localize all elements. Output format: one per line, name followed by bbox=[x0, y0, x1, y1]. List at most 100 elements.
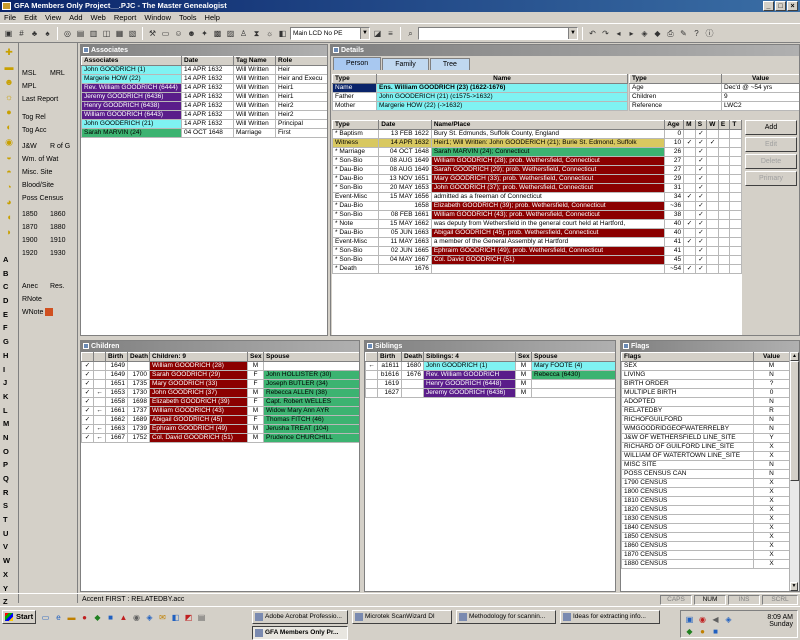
letter-b[interactable]: B bbox=[3, 267, 17, 281]
scroll-down-icon[interactable]: ▼ bbox=[790, 582, 798, 591]
link-1860[interactable]: 1860 bbox=[50, 211, 66, 218]
letter-r[interactable]: R bbox=[3, 486, 17, 500]
flag-icon[interactable]: ▬ bbox=[3, 61, 15, 73]
letter-o[interactable]: O bbox=[3, 445, 17, 459]
delete-button[interactable]: Delete bbox=[745, 154, 797, 169]
letter-u[interactable]: U bbox=[3, 527, 17, 541]
repository-icon[interactable]: ▥ bbox=[88, 28, 99, 39]
letter-q[interactable]: Q bbox=[3, 472, 17, 486]
letter-m[interactable]: M bbox=[3, 417, 17, 431]
history-icon[interactable]: ◈ bbox=[639, 28, 650, 39]
letter-k[interactable]: K bbox=[3, 390, 17, 404]
task-gfa[interactable]: GFA Members Only Pr... bbox=[252, 626, 348, 640]
col-s[interactable]: S bbox=[694, 120, 708, 130]
col-name-place[interactable]: Name/Place bbox=[430, 120, 666, 130]
tag-icon[interactable]: ◐ bbox=[3, 121, 15, 133]
col-spouse[interactable]: Spouse bbox=[263, 352, 359, 362]
event-row[interactable]: Event-Misc 11 MAY 1663 a member of the Gen… bbox=[331, 237, 742, 247]
focus-icon[interactable]: ▣ bbox=[3, 28, 14, 39]
app-icon[interactable]: ◧ bbox=[170, 612, 181, 623]
child-row[interactable]: ✓ 1649 1700 Sarah GOODRICH (29) F John HOLLIS… bbox=[81, 370, 359, 380]
name-row[interactable]: Mother Margerie HOW (22) (->1632) bbox=[332, 101, 628, 111]
col-m[interactable]: M bbox=[683, 120, 696, 130]
letter-t[interactable]: T bbox=[3, 513, 17, 527]
link-mrl[interactable]: MRL bbox=[50, 70, 65, 77]
link-blood-site[interactable]: Blood/Site bbox=[22, 182, 54, 189]
flag-row[interactable]: MULTIPLE BIRTH 0 bbox=[621, 388, 790, 398]
flag-row[interactable]: LIVING N bbox=[621, 370, 790, 380]
edit-button[interactable]: Edit bbox=[745, 137, 797, 152]
col-birth[interactable]: Birth bbox=[377, 352, 402, 362]
start-button[interactable]: Start bbox=[2, 610, 36, 624]
source-icon[interactable]: ▤ bbox=[75, 28, 86, 39]
child-row[interactable]: ✓ 1649 William GOODRICH (28) M bbox=[81, 361, 359, 371]
redo-icon[interactable]: ↷ bbox=[600, 28, 611, 39]
tab-tree[interactable]: Tree bbox=[429, 58, 470, 70]
flag-row[interactable]: 1870 CENSUS X bbox=[621, 550, 790, 560]
link-wnote[interactable]: WNote bbox=[22, 309, 43, 316]
flag-row[interactable]: 1830 CENSUS X bbox=[621, 514, 790, 524]
task-methodology[interactable]: Methodology for scannin... bbox=[456, 610, 556, 624]
menu-web[interactable]: Web bbox=[91, 12, 106, 23]
tab-family[interactable]: Family bbox=[382, 58, 429, 70]
link-jw[interactable]: J&W bbox=[22, 140, 50, 153]
menu-report[interactable]: Report bbox=[114, 12, 137, 23]
wnote-icon[interactable] bbox=[45, 308, 54, 317]
tab-person[interactable]: Person bbox=[333, 57, 382, 70]
sun-icon[interactable]: ☼ bbox=[264, 28, 275, 39]
menu-tools[interactable]: Tools bbox=[179, 12, 197, 23]
col-spouse[interactable]: Spouse bbox=[531, 352, 615, 362]
event-row[interactable]: * Dau-Bio 08 AUG 1649 Sarah GOODRICH (29);… bbox=[331, 165, 742, 175]
app-icon[interactable]: ◈ bbox=[144, 612, 155, 623]
app-icon[interactable]: ▤ bbox=[196, 612, 207, 623]
col-w[interactable]: W bbox=[706, 120, 719, 130]
col-date[interactable]: Date bbox=[378, 120, 432, 130]
table-row[interactable]: Margerie HOW (22) 14 APR 1632 Will Written… bbox=[81, 74, 327, 84]
tray-app-icon[interactable]: ◈ bbox=[723, 614, 734, 625]
volume-icon[interactable]: ◀ bbox=[710, 614, 721, 625]
col-arrow[interactable] bbox=[365, 352, 378, 362]
dot-icon[interactable]: ◖ bbox=[3, 211, 15, 223]
flags-scrollbar[interactable]: ▲ ▼ bbox=[789, 352, 799, 591]
antivirus-icon[interactable]: ◉ bbox=[697, 614, 708, 625]
app-icon[interactable]: ✉ bbox=[157, 612, 168, 623]
layout-list-icon[interactable]: ≡ bbox=[385, 28, 396, 39]
flag-row[interactable]: SEX M bbox=[621, 361, 790, 371]
note-icon[interactable]: ✎ bbox=[678, 28, 689, 39]
census-icon[interactable]: ◒ bbox=[3, 151, 15, 163]
save-layout-icon[interactable]: ◪ bbox=[372, 28, 383, 39]
letter-h[interactable]: H bbox=[3, 349, 17, 363]
event-row[interactable]: * Son-Bio 08 FEB 1661 William GOODRICH (43… bbox=[331, 210, 742, 220]
link-1930[interactable]: 1930 bbox=[50, 250, 66, 257]
link-misc-site[interactable]: Misc. Site bbox=[22, 169, 52, 176]
link-msl[interactable]: MSL bbox=[22, 67, 50, 80]
menu-view[interactable]: View bbox=[45, 12, 61, 23]
event-row[interactable]: * Dau-Bio 05 JUN 1663 Abigail GOODRICH (45… bbox=[331, 228, 742, 238]
flag-row[interactable]: WILLIAM OF WATERTOWN LINE_SITE X bbox=[621, 451, 790, 461]
event-row[interactable]: * Dau-Bio 1658 Elizabeth GOODRICH (39); pr… bbox=[331, 201, 742, 211]
flag-row[interactable]: 1840 CENSUS X bbox=[621, 523, 790, 533]
app-icon[interactable]: ● bbox=[79, 612, 90, 623]
tray-app-icon[interactable]: ● bbox=[697, 626, 708, 637]
link-r-of-g[interactable]: R of G bbox=[50, 143, 70, 150]
link-1850[interactable]: 1850 bbox=[22, 208, 50, 221]
menu-add[interactable]: Add bbox=[69, 12, 82, 23]
menu-edit[interactable]: Edit bbox=[24, 12, 37, 23]
col-check[interactable] bbox=[81, 352, 94, 362]
relation-icon[interactable]: ☼ bbox=[3, 91, 15, 103]
link-1870[interactable]: 1870 bbox=[22, 221, 50, 234]
minimize-button[interactable]: _ bbox=[763, 1, 774, 11]
child-row[interactable]: ✓ 1662 1689 Abigail GOODRICH (45) F Thomas FI… bbox=[81, 415, 359, 425]
task-ideas[interactable]: Ideas for extracting info... bbox=[560, 610, 660, 624]
link-tog-rel[interactable]: Tog Rel bbox=[22, 114, 46, 121]
event-row[interactable]: * Baptism 13 FEB 1622 Bury St. Edmunds, Su… bbox=[331, 129, 742, 139]
event-row[interactable]: * Death 1676 ~54 ✓ ✓ bbox=[331, 264, 742, 274]
letter-a[interactable]: A bbox=[3, 253, 17, 267]
col-type[interactable]: Type bbox=[331, 120, 380, 130]
child-row[interactable]: ✓ ← 1661 1737 William GOODRICH (43) M Widow Ma… bbox=[81, 406, 359, 416]
undo-icon[interactable]: ↶ bbox=[587, 28, 598, 39]
flag-row[interactable]: 1810 CENSUS X bbox=[621, 496, 790, 506]
link-wm-of-wat[interactable]: Wm. of Wat bbox=[22, 156, 58, 163]
app-icon[interactable]: ◩ bbox=[183, 612, 194, 623]
link-1920[interactable]: 1920 bbox=[22, 247, 50, 260]
